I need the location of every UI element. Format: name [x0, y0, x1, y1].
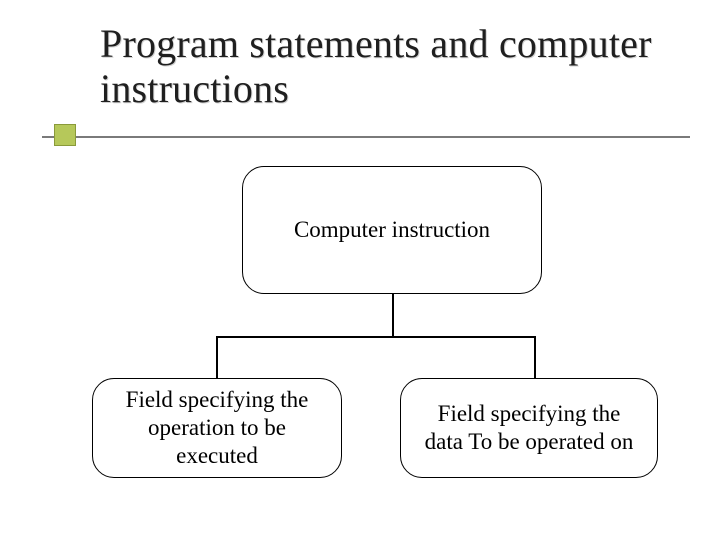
slide-title-wrap: Program statements and computer instruct… — [100, 22, 660, 112]
diagram-left-label: Field specifying the operation to be exe… — [109, 386, 325, 470]
connector-line — [392, 294, 394, 336]
title-divider — [42, 136, 690, 138]
diagram-right-box: Field specifying the data To be operated… — [400, 378, 658, 478]
accent-bullet-icon — [54, 124, 76, 146]
slide-title: Program statements and computer instruct… — [100, 22, 660, 112]
diagram-right-label: Field specifying the data To be operated… — [417, 400, 641, 456]
connector-line — [534, 336, 536, 378]
connector-line — [216, 336, 218, 378]
diagram-left-box: Field specifying the operation to be exe… — [92, 378, 342, 478]
diagram-root-box: Computer instruction — [242, 166, 542, 294]
connector-line — [216, 336, 536, 338]
diagram-root-label: Computer instruction — [294, 216, 490, 244]
